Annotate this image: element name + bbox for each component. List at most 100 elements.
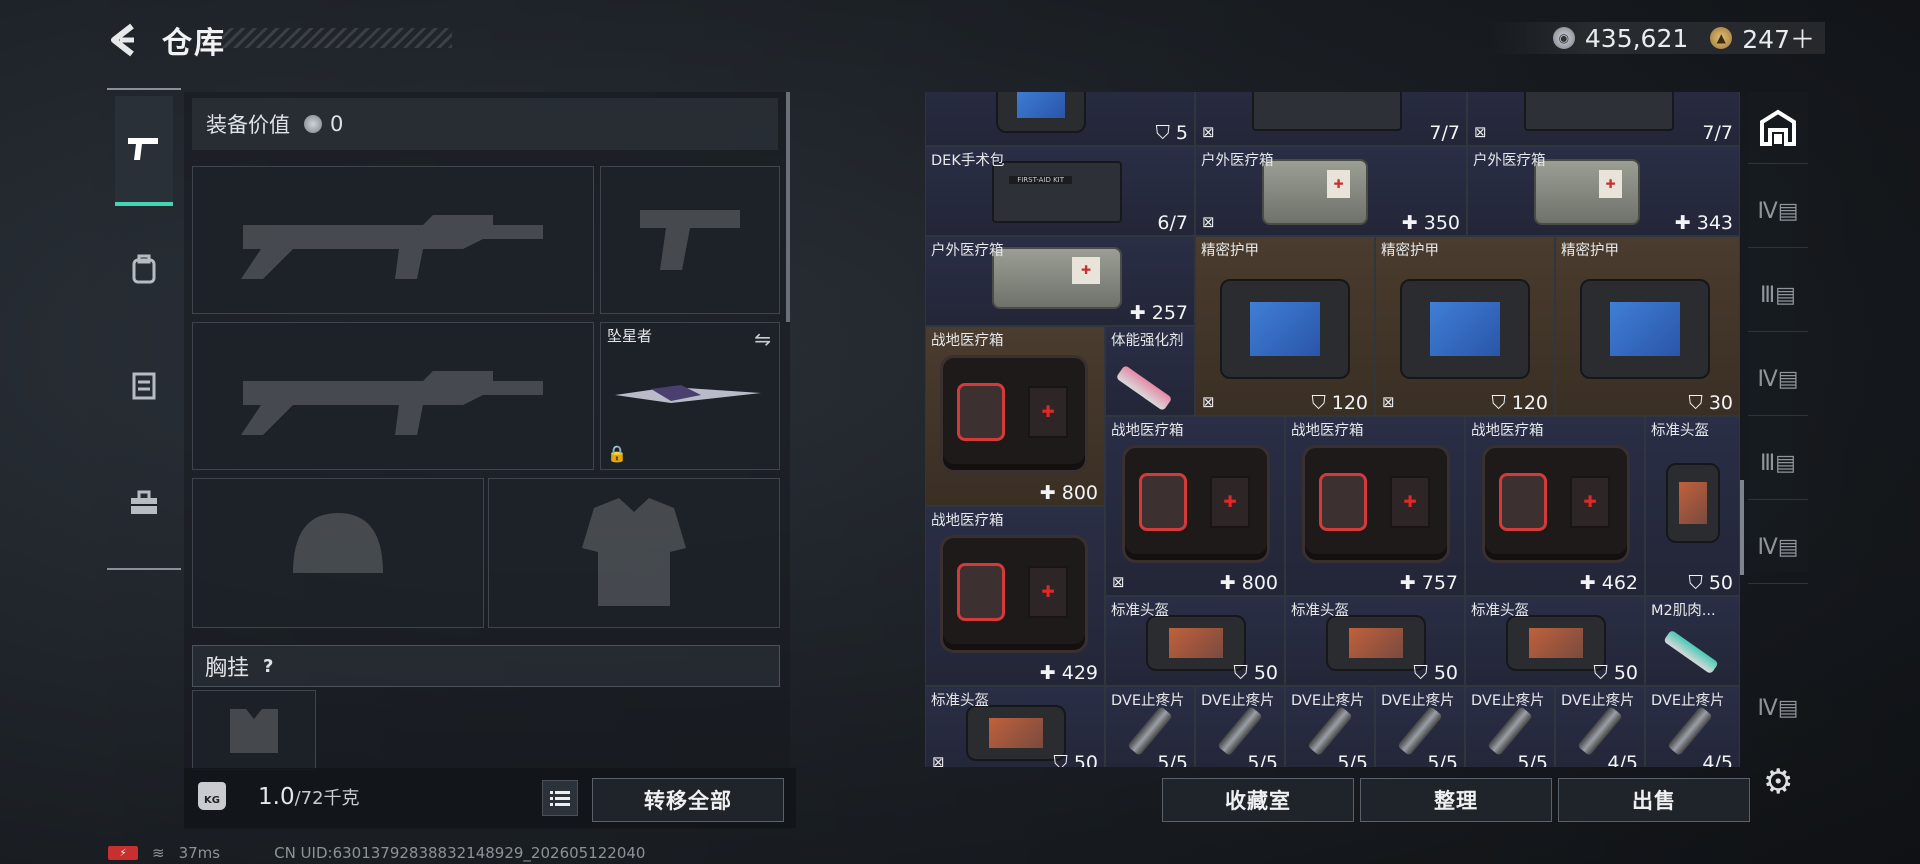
storage-box-tab[interactable]: Ⅲ▤	[1748, 260, 1808, 332]
item-name: 标准头盔	[1291, 603, 1349, 619]
collection-room-button[interactable]: 收藏室	[1162, 778, 1354, 822]
back-arrow-icon[interactable]	[104, 20, 144, 60]
field-medkit-image: ✚	[1302, 445, 1450, 563]
inventory-cell[interactable]: 战地医疗箱 ✚ ✚ 757	[1285, 416, 1465, 596]
tab-toolbox[interactable]	[115, 448, 173, 558]
settings-gear-icon[interactable]: ⚙	[1763, 762, 1793, 802]
swap-icon[interactable]: ⇋	[754, 327, 771, 351]
sell-button[interactable]: 出售	[1558, 778, 1750, 822]
inventory-cell[interactable]: 标准头盔 ⛉ 50	[1105, 596, 1285, 686]
warehouse-tab[interactable]	[1748, 92, 1808, 164]
item-name: 战地医疗箱	[1111, 423, 1184, 439]
inventory-cell[interactable]: DVE止疼片 4/5	[1555, 686, 1645, 767]
storage-box-tab[interactable]: Ⅳ▤	[1748, 512, 1808, 584]
inventory-cell[interactable]: 户外医疗箱 ✚ ✚ 257	[925, 236, 1195, 326]
cell-value: ⛉ 50	[1413, 662, 1458, 684]
list-view-button[interactable]	[542, 780, 578, 816]
helmet-image	[1146, 615, 1246, 671]
melee-slot[interactable]: 坠星者 ⇋ 🔒	[600, 322, 780, 470]
cell-value: ⛉ 120	[1491, 392, 1548, 414]
vest-silhouette-icon	[193, 691, 315, 769]
storage-box-tab[interactable]: Ⅳ▤	[1748, 176, 1808, 248]
inventory-cell[interactable]: 标准头盔 ⛉ 50	[1645, 416, 1740, 596]
inventory-cell[interactable]: 户外医疗箱 ✚ ⊠ ✚ 350	[1195, 146, 1467, 236]
surgery-kit-image: FIRST-AID KIT	[992, 161, 1122, 223]
helmet-image	[1506, 615, 1606, 671]
item-name: 标准头盔	[1471, 603, 1529, 619]
cell-value: 5/5	[1517, 752, 1548, 767]
cell-value: ✚ 350	[1401, 212, 1460, 234]
weight-current: 1.0	[258, 784, 295, 810]
pistol-slot[interactable]	[600, 166, 780, 314]
inventory-cell[interactable]: 精密护甲 ⊠ ⛉ 120	[1195, 236, 1375, 416]
transfer-all-button[interactable]: 转移全部	[592, 778, 784, 822]
box-iv-icon: Ⅳ▤	[1757, 695, 1799, 721]
secondary-weapon-slot[interactable]	[192, 322, 594, 470]
inventory-cell[interactable]: 战地医疗箱 ✚ ✚ 429	[925, 506, 1105, 686]
no-box-icon: ⊠	[1202, 123, 1215, 141]
box-iv-icon: Ⅳ▤	[1757, 535, 1799, 560]
help-icon[interactable]: ?	[263, 656, 273, 677]
inventory-cell[interactable]: 精密护甲 ⊠ ⛉ 120	[1375, 236, 1555, 416]
box-iii-icon: Ⅲ▤	[1760, 283, 1796, 308]
storage-box-tab[interactable]: Ⅳ▤	[1748, 344, 1808, 416]
item-name: 战地医疗箱	[1471, 423, 1544, 439]
storage-box-tab[interactable]: Ⅲ▤	[1748, 428, 1808, 500]
painkiller-tube-image	[1127, 705, 1173, 757]
item-name: 户外医疗箱	[1201, 153, 1274, 169]
inventory-cell[interactable]: 户外医疗箱 ✚ ✚ 343	[1467, 146, 1740, 236]
inventory-cell[interactable]: ⛉ 5	[925, 92, 1195, 146]
inventory-cell[interactable]: DVE止疼片 5/5	[1195, 686, 1285, 767]
inventory-cell[interactable]: M2肌肉...	[1645, 596, 1740, 686]
inventory-cell[interactable]: 标准头盔 ⊠ ⛉ 50	[925, 686, 1105, 767]
inventory-cell[interactable]: DVE止疼片 5/5	[1285, 686, 1375, 767]
toolbox-icon	[131, 490, 157, 514]
inventory-cell[interactable]: DVE止疼片 5/5	[1375, 686, 1465, 767]
tab-weapons[interactable]	[115, 96, 173, 206]
inventory-cell[interactable]: 战地医疗箱 ✚ ✚ 462	[1465, 416, 1645, 596]
inventory-cell[interactable]: 战地医疗箱 ✚ ✚ 800	[925, 326, 1105, 506]
armor-slot[interactable]	[488, 478, 780, 628]
cell-value: ⛉ 50	[1688, 572, 1733, 594]
inventory-cell[interactable]: ⊠ 7/7	[1467, 92, 1740, 146]
helmet-slot[interactable]	[192, 478, 484, 628]
weight-readout: 1.0/72千克	[258, 784, 360, 810]
inventory-cell[interactable]: DEK手术包 FIRST-AID KIT 6/7	[925, 146, 1195, 236]
status-bar: ⚡ ≋ 37ms CN UID:630137928388321489​29_20…	[108, 844, 645, 862]
tab-rig[interactable]	[115, 330, 173, 440]
gold-balance[interactable]: 247＋	[1742, 20, 1815, 56]
weight-max: /72千克	[294, 788, 360, 809]
inventory-cell[interactable]: DVE止疼片 5/5	[1465, 686, 1555, 767]
storage-box-tab[interactable]: Ⅳ▤	[1748, 672, 1808, 744]
chest-rig-slot[interactable]	[192, 690, 316, 770]
currency-bar: ◉ 435,621 ▲ 247＋	[1490, 22, 1825, 54]
inventory-cell[interactable]: ⊠ 7/7	[1195, 92, 1467, 146]
silver-coin-icon: ◉	[1552, 27, 1575, 49]
no-box-icon: ⊠	[1202, 393, 1215, 411]
inventory-scrollbar[interactable]	[1740, 480, 1744, 575]
field-medkit-image: ✚	[940, 535, 1088, 653]
item-name: 体能强化剂	[1111, 333, 1184, 349]
equipment-scrollbar[interactable]	[786, 92, 790, 322]
inventory-cell[interactable]: 体能强化剂	[1105, 326, 1195, 416]
inventory-cell[interactable]: 战地医疗箱 ✚ ⊠ ✚ 800	[1105, 416, 1285, 596]
no-box-icon: ⊠	[932, 753, 945, 767]
silver-coin-icon	[304, 115, 322, 133]
pistol-silhouette-icon	[601, 167, 779, 313]
inventory-cell[interactable]: 标准头盔 ⛉ 50	[1465, 596, 1645, 686]
cell-value: ⛉ 50	[1593, 662, 1638, 684]
page-title: 仓库	[162, 26, 226, 61]
field-medkit-image: ✚	[1482, 445, 1630, 563]
item-name: M2肌肉...	[1651, 603, 1716, 619]
item-name: 精密护甲	[1201, 243, 1259, 259]
inventory-grid: ⛉ 5 ⊠ 7/7 ⊠ 7/7 DEK手术包 FIRST-AID KIT 6/7…	[925, 92, 1740, 767]
inventory-cell[interactable]: DVE止疼片 4/5	[1645, 686, 1740, 767]
tab-backpack[interactable]	[115, 214, 173, 324]
clipboard-icon	[132, 372, 156, 400]
inventory-cell[interactable]: 标准头盔 ⛉ 50	[1285, 596, 1465, 686]
primary-weapon-slot[interactable]	[192, 166, 594, 314]
cell-value: ✚ 429	[1039, 662, 1098, 684]
organize-button[interactable]: 整理	[1360, 778, 1552, 822]
inventory-cell[interactable]: 精密护甲 ⛉ 30	[1555, 236, 1740, 416]
inventory-cell[interactable]: DVE止疼片 5/5	[1105, 686, 1195, 767]
